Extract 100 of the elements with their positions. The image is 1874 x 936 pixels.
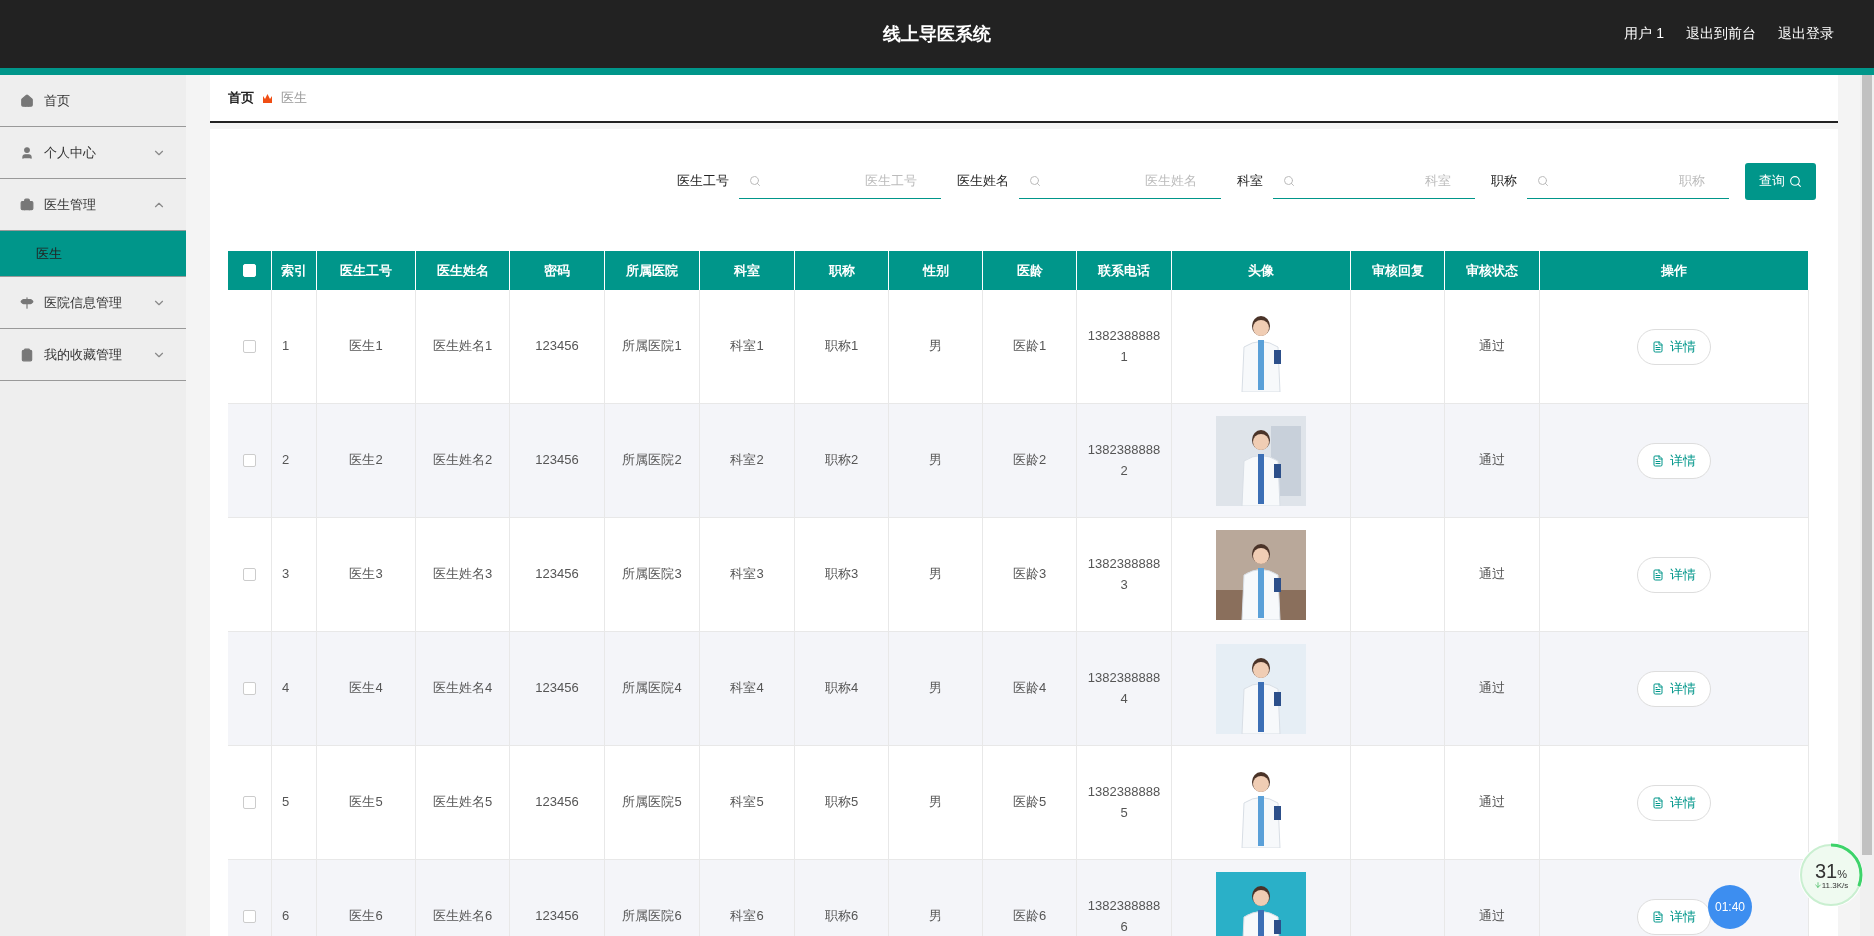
table-cell: 通过 xyxy=(1445,860,1540,936)
table-cell: 所属医院5 xyxy=(605,746,700,859)
table-cell: 职称1 xyxy=(795,290,889,403)
row-checkbox[interactable] xyxy=(243,568,256,581)
detail-button[interactable]: 详情 xyxy=(1637,898,1711,935)
document-icon xyxy=(1652,682,1664,695)
search-icon xyxy=(1029,175,1041,187)
table-cell: 男 xyxy=(889,290,983,403)
table-cell: 123456 xyxy=(510,746,605,859)
search-icon xyxy=(1537,175,1549,187)
table-cell: 科室4 xyxy=(700,632,795,745)
table-cell: 医龄4 xyxy=(983,632,1077,745)
table-cell: 医生姓名6 xyxy=(416,860,510,936)
table-cell: 2 xyxy=(272,404,317,517)
document-icon xyxy=(1652,796,1664,809)
detail-button[interactable]: 详情 xyxy=(1637,670,1711,707)
table-cell: 123456 xyxy=(510,404,605,517)
table-cell: 1 xyxy=(272,290,317,403)
row-checkbox[interactable] xyxy=(243,796,256,809)
header-link[interactable]: 退出登录 xyxy=(1778,25,1834,43)
table-cell: 医生6 xyxy=(317,860,416,936)
select-all-checkbox[interactable] xyxy=(243,264,256,277)
sidebar-item[interactable]: 首页 xyxy=(0,75,186,127)
breadcrumb-current: 医生 xyxy=(281,89,307,107)
clipboard-icon xyxy=(20,347,34,362)
detail-button[interactable]: 详情 xyxy=(1637,784,1711,821)
table-cell: 医生1 xyxy=(317,290,416,403)
table-cell: 职称5 xyxy=(795,746,889,859)
table-cell: 科室6 xyxy=(700,860,795,936)
table-cell: 4 xyxy=(272,632,317,745)
header-link[interactable]: 用户 1 xyxy=(1624,25,1664,43)
table-cell: 男 xyxy=(889,860,983,936)
table-cell: 5 xyxy=(272,746,317,859)
table-cell: 3 xyxy=(272,518,317,631)
field-label: 职称 xyxy=(1491,172,1517,190)
table-cell: 123456 xyxy=(510,860,605,936)
scrollbar-thumb[interactable] xyxy=(1862,75,1872,855)
table-cell: 职称3 xyxy=(795,518,889,631)
document-icon xyxy=(1652,568,1664,581)
table-cell: 医生姓名5 xyxy=(416,746,510,859)
network-widget: 31% 11.3K/s xyxy=(1798,842,1864,908)
table-cell: 13823888884 xyxy=(1077,632,1172,745)
home-icon xyxy=(20,93,34,108)
search-field[interactable]: 科室 xyxy=(1273,163,1475,199)
search-icon xyxy=(749,175,761,187)
table-cell: 123456 xyxy=(510,632,605,745)
table-cell: 科室5 xyxy=(700,746,795,859)
detail-button[interactable]: 详情 xyxy=(1637,328,1711,365)
detail-button[interactable]: 详情 xyxy=(1637,442,1711,479)
table-cell: 医生3 xyxy=(317,518,416,631)
sidebar-subitem[interactable]: 医生 xyxy=(0,231,186,277)
table-cell: 医龄5 xyxy=(983,746,1077,859)
sidebar-item[interactable]: 我的收藏管理 xyxy=(0,329,186,381)
table-cell: 13823888881 xyxy=(1077,290,1172,403)
crown-icon xyxy=(262,92,273,104)
header-link[interactable]: 退出到前台 xyxy=(1686,25,1756,43)
table-cell: 职称2 xyxy=(795,404,889,517)
table-cell: 职称6 xyxy=(795,860,889,936)
table-cell: 13823888883 xyxy=(1077,518,1172,631)
table-cell: 医龄2 xyxy=(983,404,1077,517)
table-cell: 所属医院2 xyxy=(605,404,700,517)
search-icon xyxy=(1283,175,1295,187)
table-cell: 男 xyxy=(889,746,983,859)
field-label: 医生姓名 xyxy=(957,172,1009,190)
search-button[interactable]: 查询 xyxy=(1745,162,1816,200)
table-cell: 通过 xyxy=(1445,290,1540,403)
table-cell: 科室1 xyxy=(700,290,795,403)
detail-button[interactable]: 详情 xyxy=(1637,556,1711,593)
field-label: 医生工号 xyxy=(677,172,729,190)
table-cell: 男 xyxy=(889,404,983,517)
table-cell: 123456 xyxy=(510,518,605,631)
row-checkbox[interactable] xyxy=(243,340,256,353)
sidebar-item[interactable]: 医院信息管理 xyxy=(0,277,186,329)
row-checkbox[interactable] xyxy=(243,910,256,923)
row-checkbox[interactable] xyxy=(243,454,256,467)
search-field[interactable]: 医生工号 xyxy=(739,163,941,199)
table-cell: 科室2 xyxy=(700,404,795,517)
table-cell: 通过 xyxy=(1445,518,1540,631)
table-cell: 职称4 xyxy=(795,632,889,745)
search-field[interactable]: 医生姓名 xyxy=(1019,163,1221,199)
search-field[interactable]: 职称 xyxy=(1527,163,1729,199)
table-cell: 13823888882 xyxy=(1077,404,1172,517)
document-icon xyxy=(1652,454,1664,467)
table-cell: 13823888886 xyxy=(1077,860,1172,936)
table-cell: 医生2 xyxy=(317,404,416,517)
briefcase-icon xyxy=(20,197,34,212)
table-cell: 男 xyxy=(889,518,983,631)
row-checkbox[interactable] xyxy=(243,682,256,695)
field-label: 科室 xyxy=(1237,172,1263,190)
table-cell: 通过 xyxy=(1445,632,1540,745)
table-cell: 男 xyxy=(889,632,983,745)
table-cell: 医生姓名2 xyxy=(416,404,510,517)
table-cell: 所属医院6 xyxy=(605,860,700,936)
table-cell: 通过 xyxy=(1445,746,1540,859)
search-icon xyxy=(1789,174,1802,188)
signpost-icon xyxy=(20,295,34,310)
table-cell: 医龄3 xyxy=(983,518,1077,631)
breadcrumb-link[interactable]: 首页 xyxy=(228,89,254,107)
sidebar-item[interactable]: 个人中心 xyxy=(0,127,186,179)
table-cell: 所属医院4 xyxy=(605,632,700,745)
